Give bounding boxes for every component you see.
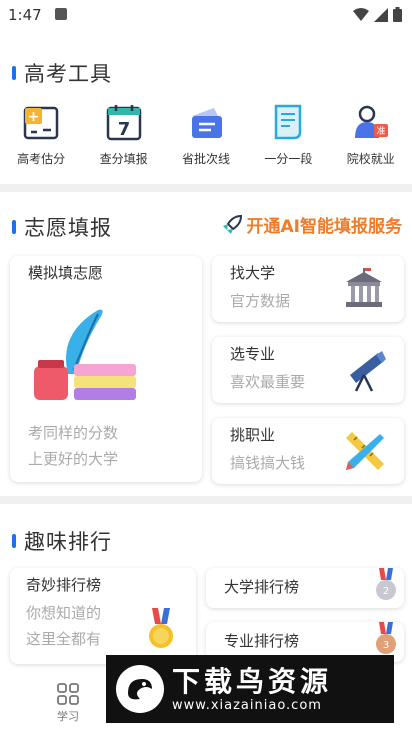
- card-sub: 喜欢最重要: [230, 373, 306, 391]
- svg-text:+: +: [28, 109, 40, 125]
- bronze-medal-icon: 3: [376, 622, 396, 654]
- silver-medal-icon: 2: [376, 568, 396, 600]
- tool-label: 省批次线: [181, 152, 230, 166]
- title-accent-bar: [12, 220, 16, 234]
- ruler-pencil-icon: [346, 432, 384, 470]
- status-bar: 1:47: [0, 0, 412, 32]
- university-ranking-card[interactable]: 大学排行榜 2: [206, 568, 404, 608]
- card-title: 模拟填志愿: [28, 264, 104, 282]
- watermark-text: 下载鸟资源 www.xiazainiao.com: [172, 664, 333, 713]
- section-divider: [0, 184, 412, 192]
- card-title: 奇妙排行榜: [26, 576, 102, 594]
- card-title: 选专业: [230, 345, 276, 363]
- card-sub-line1: 考同样的分数: [28, 424, 119, 442]
- grid-icon: [57, 683, 79, 705]
- fun-section-title: 趣味排行: [12, 526, 112, 556]
- tool-school-job[interactable]: 准 院校就业: [330, 100, 412, 170]
- status-icons: [353, 7, 402, 22]
- volunteer-section-title: 志愿填报: [12, 212, 112, 242]
- telescope-icon: [350, 351, 386, 392]
- svg-text:3: 3: [383, 640, 389, 651]
- title-accent-bar: [12, 534, 16, 548]
- bird-logo-icon: [116, 665, 164, 713]
- tool-batch-line[interactable]: 省批次线: [165, 100, 247, 170]
- tool-score-segment[interactable]: 一分一段: [247, 100, 329, 170]
- ink-quill-books-icon: [34, 309, 136, 400]
- section-divider: [0, 496, 412, 504]
- nav-study[interactable]: 学习: [38, 682, 98, 724]
- tool-label: 查分填报: [99, 152, 148, 166]
- school-job-icon: 准: [349, 100, 393, 144]
- svg-text:7: 7: [117, 119, 130, 140]
- choose-major-card[interactable]: 选专业 喜欢最重要: [212, 337, 404, 403]
- choose-career-card[interactable]: 挑职业 搞钱搞大钱: [212, 418, 404, 484]
- battery-icon: [393, 7, 402, 22]
- calendar-7-icon: 7: [102, 100, 146, 144]
- watermark-url: www.xiazainiao.com: [172, 697, 322, 713]
- tool-label: 高考估分: [17, 152, 66, 166]
- tool-check-score[interactable]: 7 查分填报: [83, 100, 165, 170]
- tools-section-title: 高考工具: [12, 58, 112, 88]
- volunteer-title-text: 志愿填报: [24, 216, 112, 240]
- fun-title-text: 趣味排行: [24, 530, 112, 554]
- card-title: 大学排行榜: [224, 578, 300, 596]
- promo-text: 开通AI智能填报服务: [246, 217, 402, 237]
- wifi-icon: [353, 7, 369, 21]
- tool-label: 院校就业: [346, 152, 395, 166]
- ai-service-promo[interactable]: 开通AI智能填报服务: [221, 212, 402, 237]
- signal-icon: [374, 7, 388, 22]
- wonder-ranking-card[interactable]: 奇妙排行榜 你想知道的 这里全都有: [10, 568, 196, 664]
- card-sub: 搞钱搞大钱: [230, 454, 306, 472]
- nav-label: 学习: [57, 710, 79, 723]
- simulate-volunteer-card[interactable]: 模拟填志愿 考同样的分数 上更好的大学: [10, 256, 202, 482]
- status-time: 1:47: [8, 6, 42, 24]
- card-sub-line1: 你想知道的: [26, 604, 102, 622]
- card-sub: 官方数据: [230, 292, 291, 310]
- tool-score-estimate[interactable]: + 高考估分: [0, 100, 82, 170]
- tool-label: 一分一段: [264, 152, 313, 166]
- svg-text:准: 准: [376, 126, 385, 137]
- notification-icon: [55, 8, 67, 20]
- svg-text:2: 2: [383, 586, 389, 597]
- university-building-icon: [346, 268, 382, 307]
- document-icon: [266, 100, 310, 144]
- score-estimate-icon: +: [19, 100, 63, 144]
- watermark-banner: 下载鸟资源 www.xiazainiao.com: [106, 655, 394, 723]
- watermark-main-text: 下载鸟资源: [172, 664, 333, 698]
- card-title: 专业排行榜: [224, 632, 300, 650]
- card-sub-line2: 上更好的大学: [28, 450, 119, 468]
- card-title: 挑职业: [230, 426, 276, 444]
- card-title: 找大学: [230, 264, 276, 282]
- card-sub-line2: 这里全都有: [26, 630, 102, 648]
- tools-title-text: 高考工具: [24, 62, 112, 86]
- app-screen: 1:47 高考工具 + 高考估分 7 查分填报 省批次线 一分一段 准 院校就业…: [0, 0, 412, 734]
- gold-medal-icon: [149, 608, 173, 648]
- rocket-icon: [222, 214, 242, 234]
- tools-row: + 高考估分 7 查分填报 省批次线 一分一段 准 院校就业: [0, 100, 412, 170]
- batch-line-icon: [184, 100, 228, 144]
- title-accent-bar: [12, 66, 16, 80]
- find-university-card[interactable]: 找大学 官方数据: [212, 256, 404, 322]
